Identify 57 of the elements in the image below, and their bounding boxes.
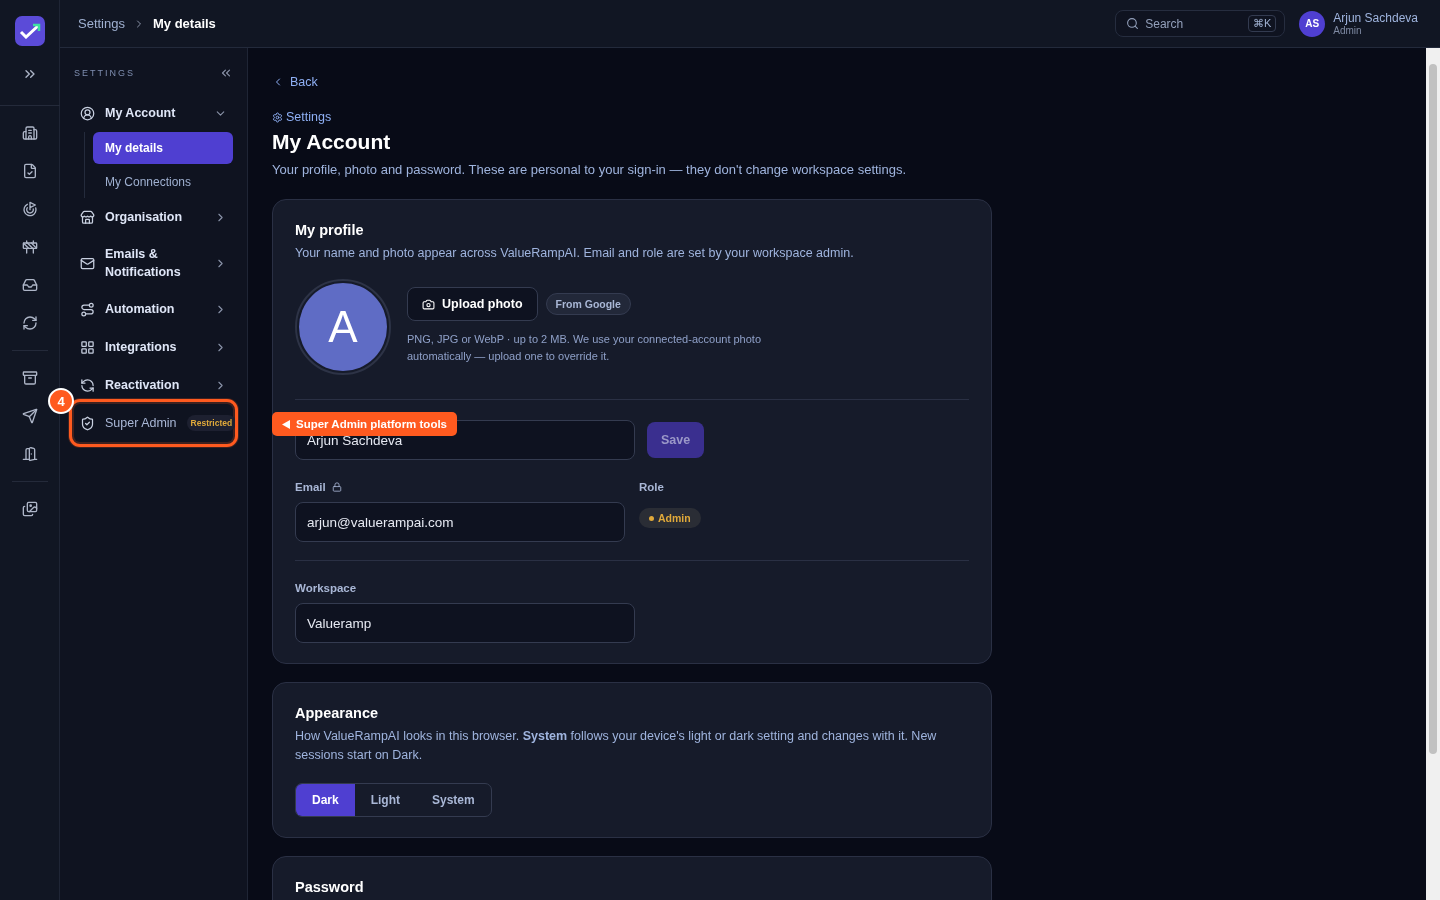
sidebar-subitem[interactable]: My Connections: [93, 166, 233, 198]
field-label: Email: [295, 481, 326, 493]
user-icon: [80, 105, 95, 121]
store-icon: [80, 209, 95, 225]
field-label: Workspace: [295, 581, 358, 595]
theme-option[interactable]: System: [416, 784, 491, 816]
page-title: My Account: [272, 130, 392, 154]
sidebar-item[interactable]: My Account: [74, 94, 233, 132]
sidebar-subitem[interactable]: My details: [93, 132, 233, 164]
mail-icon: [80, 255, 95, 271]
route-icon: [80, 301, 95, 317]
upload-photo-button[interactable]: Upload photo: [407, 287, 538, 321]
camera-icon: [422, 297, 435, 311]
email-field[interactable]: arjun@valuerampai.com: [295, 502, 625, 542]
card-title: Password: [295, 879, 365, 895]
card-description: Your name and photo appear across ValueRampAI. Email and role are set by your workspace admin.: [295, 245, 855, 262]
sidebar-item[interactable]: Automation: [74, 290, 233, 328]
theme-option[interactable]: Dark: [296, 784, 355, 816]
grid-icon: [80, 339, 95, 355]
search-field[interactable]: Search ⌘K: [1115, 10, 1286, 37]
section-label: Settings: [286, 110, 332, 124]
breadcrumb-item: My details: [153, 16, 216, 31]
step-badge: 4: [48, 388, 74, 414]
search-icon: [1126, 17, 1140, 30]
sidebar-item[interactable]: Emails & Notifications: [74, 236, 233, 290]
sidebar-item[interactable]: Integrations: [74, 328, 233, 366]
callout-tooltip: Super Admin platform tools: [272, 412, 457, 436]
theme-option[interactable]: Light: [354, 784, 416, 816]
shortcut-key: ⌘K: [1247, 15, 1277, 32]
user-avatar[interactable]: AS: [1299, 10, 1326, 37]
sidebar-item[interactable]: Reactivation: [74, 366, 233, 404]
arrow-icon: [282, 419, 290, 429]
user-role: Admin: [1333, 25, 1363, 36]
restricted-badge: Restricted: [186, 415, 237, 431]
scrollbar[interactable]: [1426, 48, 1440, 900]
page-description: Your profile, photo and password. These are personal to your sign-in — they don't change workspace settings.: [272, 162, 908, 177]
profile-avatar: A: [295, 279, 391, 375]
lock-icon: [331, 482, 342, 492]
back-link[interactable]: Back: [272, 75, 318, 89]
settings-icon: [272, 111, 283, 123]
field-label: Role: [639, 480, 665, 494]
role-badge: Admin: [639, 508, 701, 528]
sidebar-heading: SETTINGS: [74, 68, 135, 78]
app-logo[interactable]: [14, 16, 45, 46]
upload-hint: PNG, JPG or WebP · up to 2 MB. We use your connected-account photo automatically — upload one to override it.: [407, 332, 762, 364]
source-chip: From Google: [545, 293, 631, 315]
card-title: Appearance: [295, 705, 379, 721]
refresh-icon: [80, 377, 95, 393]
collapse-icon[interactable]: [219, 66, 233, 80]
user-name: Arjun Sachdeva: [1333, 11, 1418, 25]
card-title: My profile: [295, 222, 365, 238]
card-description: How ValueRampAI looks in this browser. System follows your device's light or dark setting and changes with it. New sessions start on Dark.: [295, 728, 938, 764]
workspace-field[interactable]: Valueramp: [295, 603, 635, 643]
breadcrumb-item[interactable]: Settings: [78, 16, 125, 31]
scrollbar-thumb[interactable]: [1429, 64, 1437, 754]
sidebar-item[interactable]: Organisation: [74, 198, 233, 236]
shield-icon: [80, 415, 95, 431]
